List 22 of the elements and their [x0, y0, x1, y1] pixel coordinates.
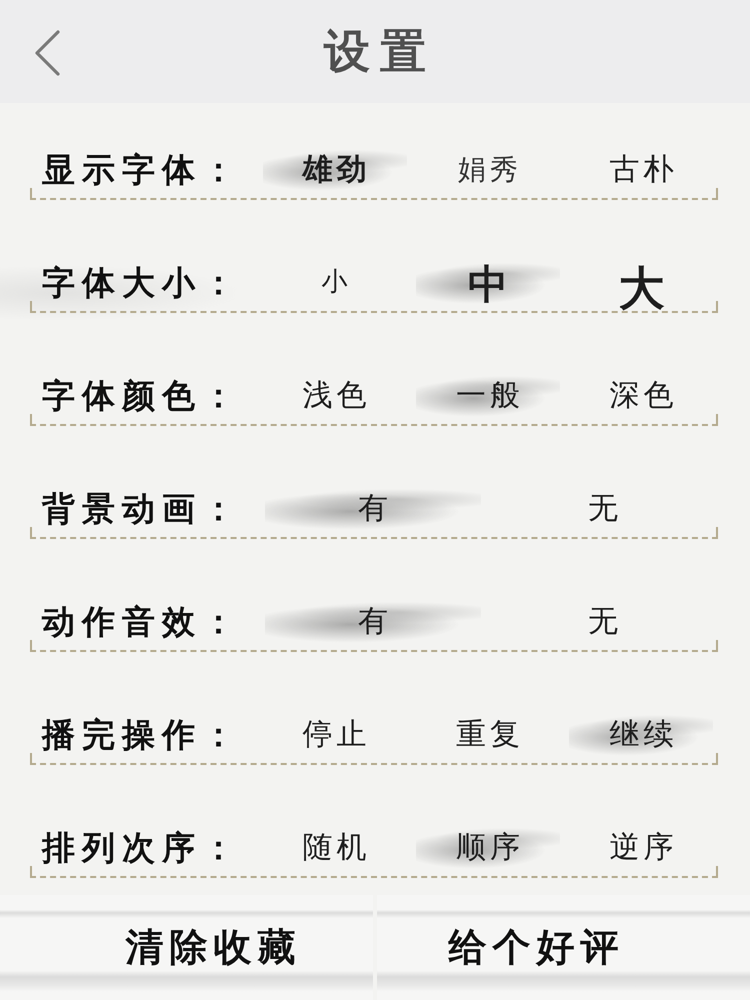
option-button[interactable]: 小 [262, 259, 407, 307]
option-button[interactable]: 随机 [262, 824, 407, 872]
setting-label: 字体大小： [42, 263, 243, 303]
chevron-left-icon [34, 30, 60, 76]
setting-label: 字体颜色： [42, 376, 243, 416]
option-button[interactable]: 浅色 [262, 372, 407, 420]
footer-button[interactable]: 清除收藏 [0, 895, 373, 1000]
setting-label: 背景动画： [42, 489, 243, 529]
option-button[interactable]: 重复 [416, 711, 560, 759]
option-button[interactable]: 停止 [262, 711, 407, 759]
option-button[interactable]: 无 [494, 485, 712, 533]
option-button[interactable]: 无 [494, 598, 712, 646]
footer-button[interactable]: 给个好评 [377, 895, 750, 1000]
setting-label: 动作音效： [42, 602, 243, 642]
setting-label: 排列次序： [42, 828, 243, 868]
option-button[interactable]: 娟秀 [416, 146, 560, 194]
option-button[interactable]: 逆序 [569, 824, 714, 872]
option-button[interactable]: 古朴 [569, 146, 714, 194]
page-title: 设置 [322, 26, 436, 77]
setting-label: 播完操作： [42, 715, 243, 755]
setting-label: 显示字体： [42, 150, 243, 190]
option-button[interactable]: 深色 [569, 372, 714, 420]
